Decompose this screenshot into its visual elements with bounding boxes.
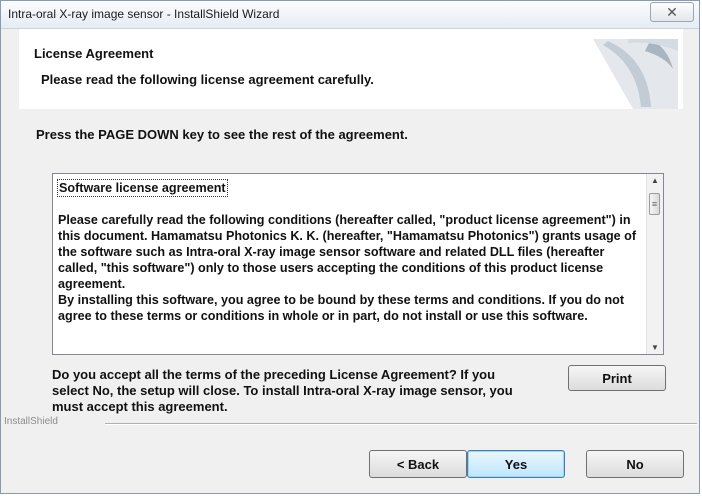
content-area: Press the PAGE DOWN key to see the rest … [19, 109, 683, 427]
installshield-label: InstallShield [4, 416, 58, 427]
scroll-up-icon[interactable]: ▲ [647, 176, 663, 185]
license-textbox[interactable]: Software license agreement Please carefu… [52, 173, 664, 355]
instruction-text: Press the PAGE DOWN key to see the rest … [36, 127, 408, 142]
close-icon: ✕ [666, 4, 678, 20]
footer-divider [105, 423, 697, 425]
vertical-scrollbar[interactable]: ▲ ≡ ▼ [646, 174, 663, 354]
no-button[interactable]: No [586, 450, 684, 478]
license-paragraph: Please carefully read the following cond… [58, 213, 637, 291]
back-button[interactable]: < Back [369, 450, 467, 478]
close-button[interactable]: ✕ [650, 2, 694, 22]
header-subtitle: Please read the following license agreem… [41, 72, 374, 87]
scroll-down-icon[interactable]: ▼ [647, 343, 663, 352]
window-title: Intra-oral X-ray image sensor - InstallS… [8, 7, 280, 21]
installer-window: Intra-oral X-ray image sensor - InstallS… [0, 0, 700, 494]
title-bar: Intra-oral X-ray image sensor - InstallS… [1, 1, 699, 29]
print-button[interactable]: Print [568, 365, 666, 391]
license-paragraph: By installing this software, you agree t… [58, 293, 625, 323]
license-heading: Software license agreement [57, 179, 228, 197]
license-text: Software license agreement Please carefu… [53, 174, 646, 354]
wizard-header: License Agreement Please read the follow… [19, 29, 683, 110]
yes-button[interactable]: Yes [467, 450, 565, 478]
installshield-banner-icon [593, 39, 678, 109]
scroll-thumb[interactable]: ≡ [649, 193, 660, 215]
header-title: License Agreement [34, 46, 154, 61]
accept-question: Do you accept all the terms of the prece… [52, 367, 513, 414]
